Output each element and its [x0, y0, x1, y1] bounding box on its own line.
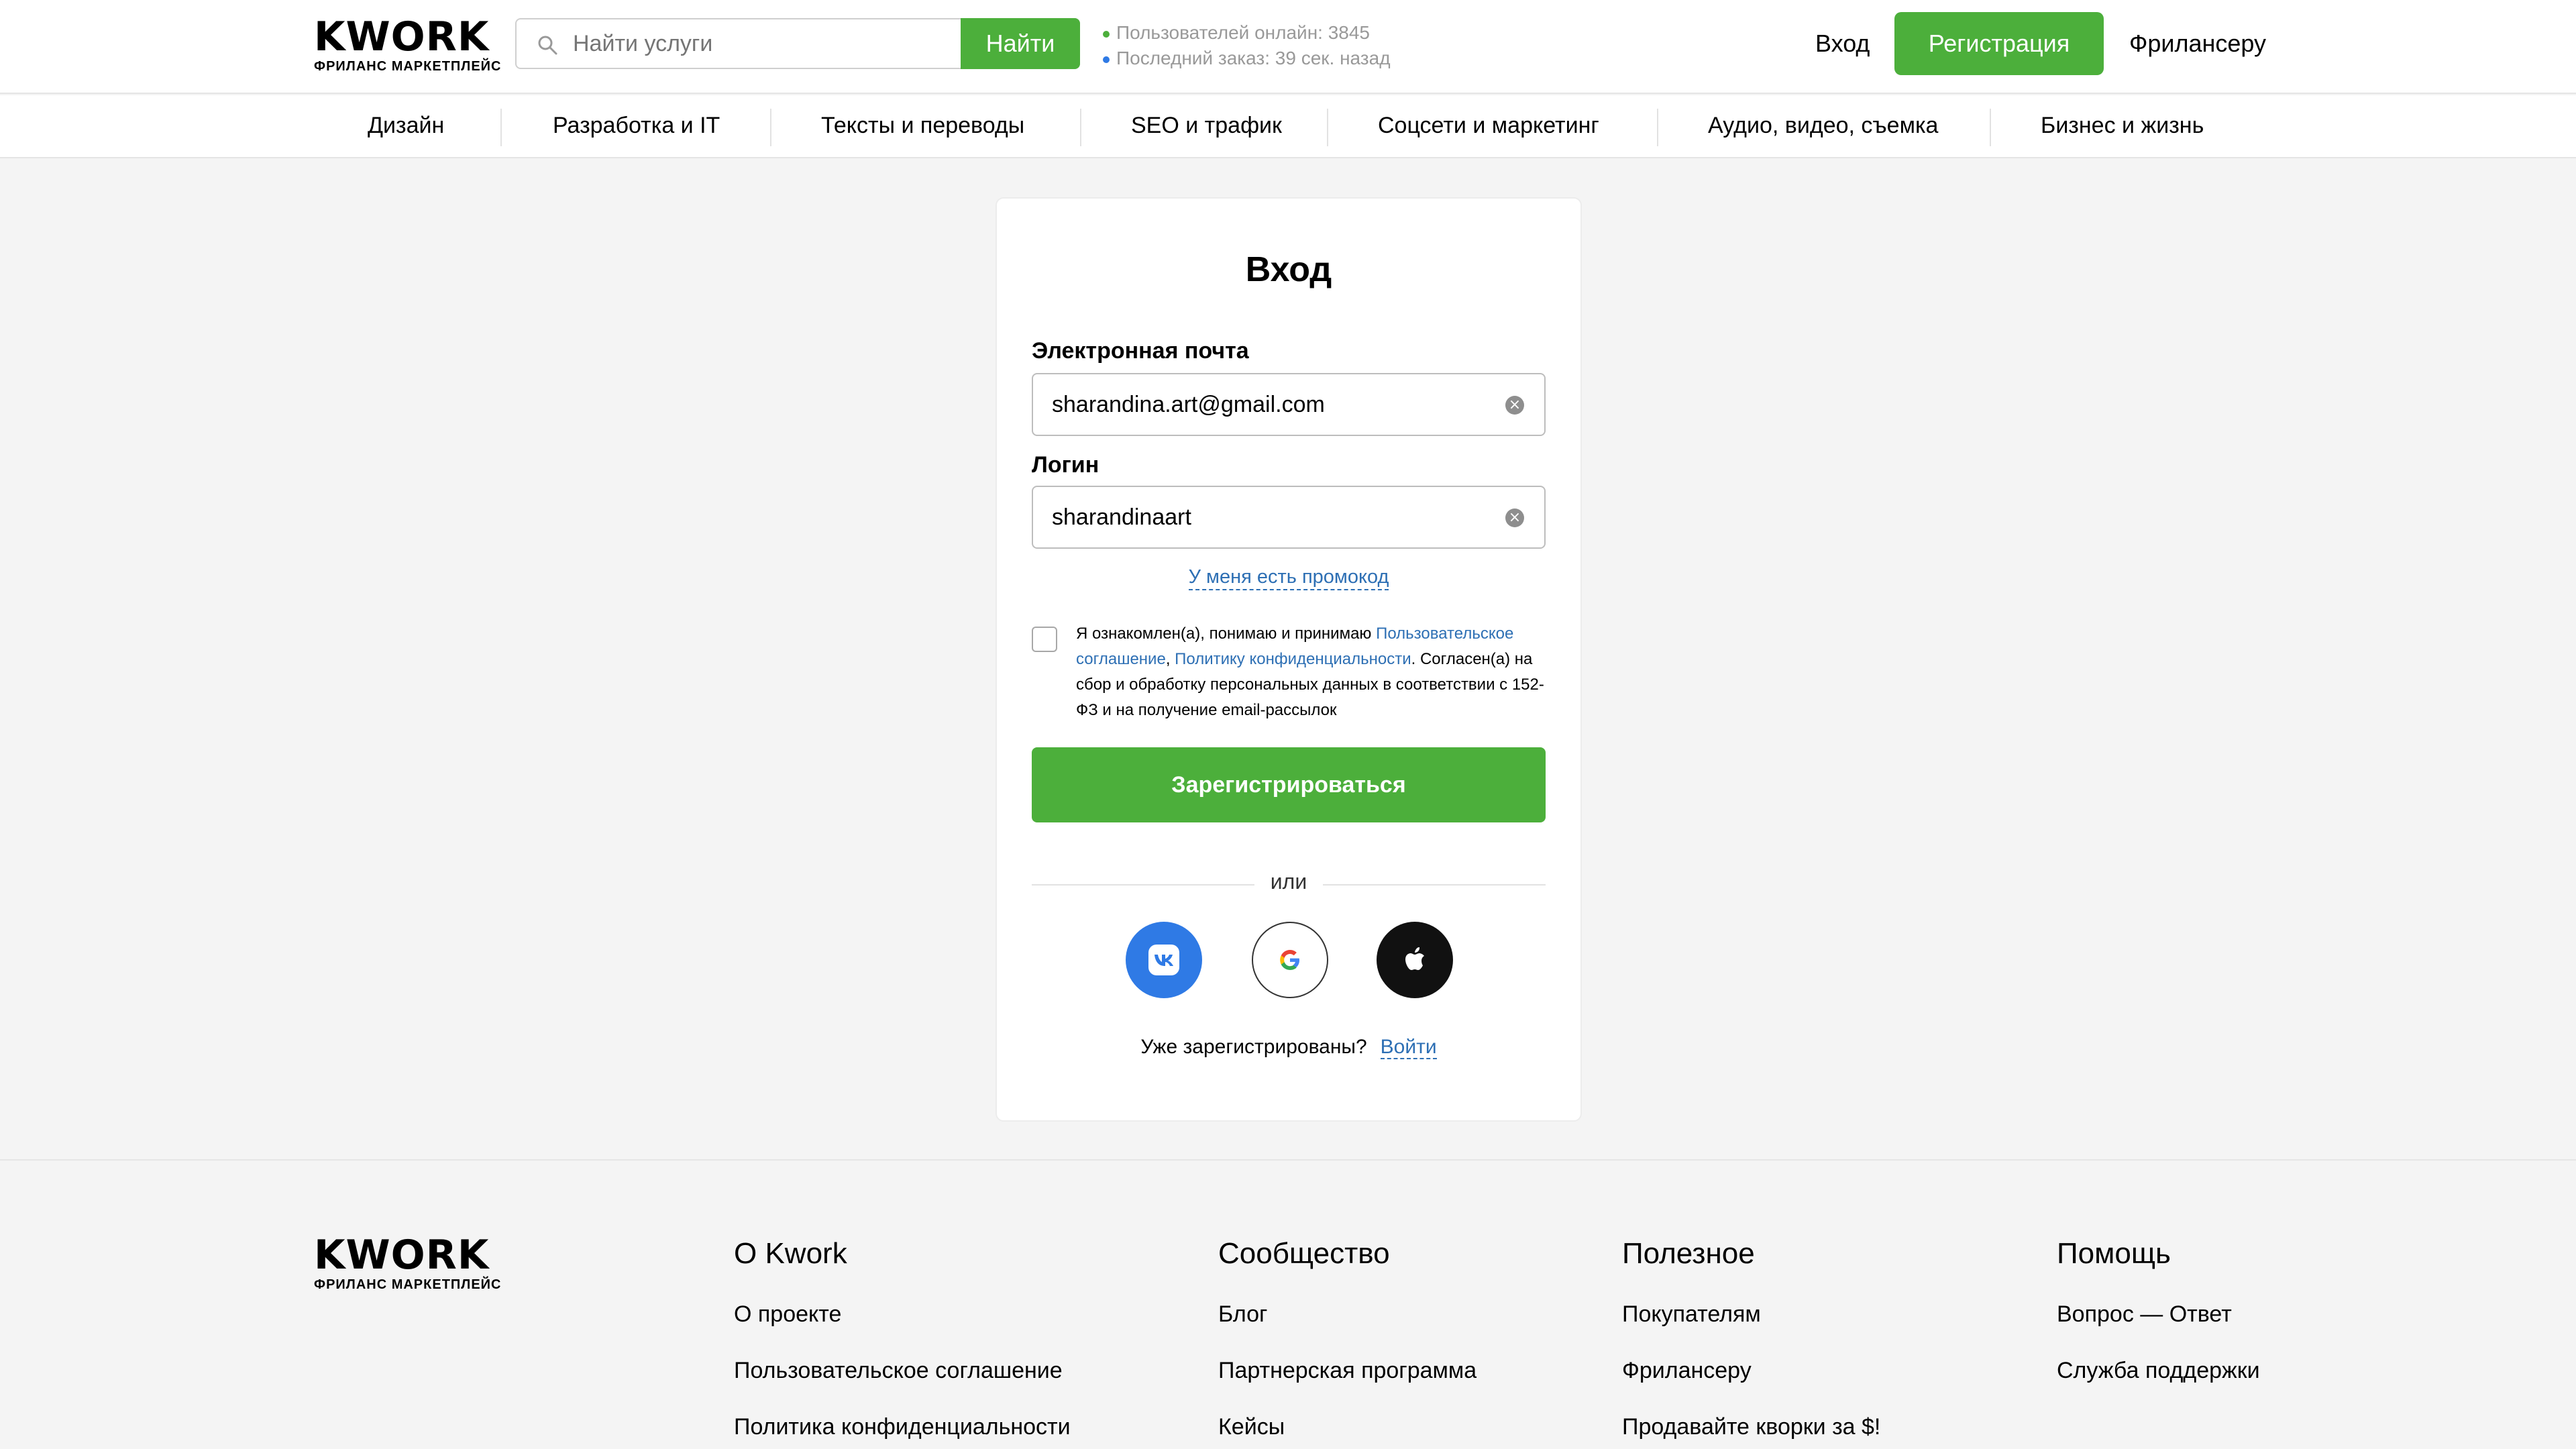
footer-col-title: Сообщество	[1218, 1237, 1390, 1270]
footer-link[interactable]: Вопрос — Ответ	[2057, 1301, 2232, 1328]
header-freelancer-link[interactable]: Фрилансеру	[2129, 30, 2266, 58]
form-title: Вход	[1245, 250, 1332, 289]
category-divider	[1080, 109, 1081, 146]
google-login-button[interactable]	[1252, 922, 1328, 998]
apple-icon	[1405, 947, 1424, 970]
category-design[interactable]: Дизайн	[368, 113, 444, 139]
terms-checkbox[interactable]	[1032, 627, 1057, 652]
category-audio-video[interactable]: Аудио, видео, съемка	[1708, 113, 1938, 139]
order-dot-icon	[1103, 56, 1110, 63]
category-texts[interactable]: Тексты и переводы	[821, 113, 1024, 139]
vk-icon	[1148, 945, 1179, 975]
promo-code-link[interactable]: У меня есть промокод	[997, 566, 1580, 590]
footer: KWORK ФРИЛАНС МАРКЕТПЛЕЙС О Kwork О прое…	[0, 1159, 2576, 1449]
footer-col-title: Полезное	[1622, 1237, 1755, 1270]
search-icon	[538, 36, 557, 55]
category-divider	[1990, 109, 1991, 146]
footer-link[interactable]: Продавайте кворки за $!	[1622, 1414, 1880, 1440]
category-divider	[1327, 109, 1328, 146]
clear-icon[interactable]: ×	[1505, 396, 1524, 415]
footer-link[interactable]: Партнерская программа	[1218, 1358, 1477, 1384]
category-divider	[1657, 109, 1658, 146]
category-nav: Дизайн Разработка и IT Тексты и переводы…	[0, 95, 2576, 158]
category-divider	[770, 109, 771, 146]
category-seo[interactable]: SEO и трафик	[1131, 113, 1282, 139]
login-field[interactable]: sharandinaart ×	[1032, 486, 1546, 549]
auth-card: Вход Электронная почта sharandina.art@gm…	[996, 197, 1582, 1122]
category-business[interactable]: Бизнес и жизнь	[2041, 113, 2204, 139]
category-social[interactable]: Соцсети и маркетинг	[1378, 113, 1599, 139]
register-submit-button[interactable]: Зарегистрироваться	[1032, 747, 1546, 822]
footer-link[interactable]: Служба поддержки	[2057, 1358, 2260, 1384]
footer-logo[interactable]: KWORK ФРИЛАНС МАРКЕТПЛЕЙС	[314, 1234, 501, 1293]
search-input[interactable]	[573, 19, 955, 68]
header-login-link[interactable]: Вход	[1815, 30, 1870, 58]
email-field[interactable]: sharandina.art@gmail.com ×	[1032, 373, 1546, 436]
footer-link[interactable]: Пользовательское соглашение	[734, 1358, 1063, 1384]
email-label: Электронная почта	[1032, 338, 1249, 364]
footer-link[interactable]: Покупателям	[1622, 1301, 1761, 1328]
search-button[interactable]: Найти	[961, 18, 1080, 69]
already-registered: Уже зарегистрированы? Войти	[1140, 1036, 1437, 1059]
login-value: sharandinaart	[1052, 504, 1191, 530]
site-stats: Пользователей онлайн: 3845 Последний зак…	[1103, 20, 1391, 71]
google-icon	[1280, 950, 1299, 970]
footer-link[interactable]: Фрилансеру	[1622, 1358, 1752, 1384]
footer-link[interactable]: Блог	[1218, 1301, 1267, 1328]
category-development[interactable]: Разработка и IT	[553, 113, 720, 139]
online-users-stat: Пользователей онлайн: 3845	[1103, 20, 1391, 46]
logo-subtitle: ФРИЛАНС МАРКЕТПЛЕЙС	[314, 59, 502, 74]
online-dot-icon	[1103, 30, 1110, 38]
footer-logo-text: KWORK	[314, 1232, 490, 1279]
privacy-policy-link[interactable]: Политику конфиденциальности	[1175, 650, 1411, 668]
login-label: Логин	[1032, 452, 1099, 478]
footer-link[interactable]: Кейсы	[1218, 1414, 1285, 1440]
vk-login-button[interactable]	[1126, 922, 1202, 998]
footer-logo-subtitle: ФРИЛАНС МАРКЕТПЛЕЙС	[314, 1277, 502, 1292]
search-bar: Найти	[515, 18, 1080, 69]
footer-col-title: О Kwork	[734, 1237, 847, 1270]
terms-text: Я ознакомлен(а), понимаю и принимаю Поль…	[1076, 625, 1544, 719]
category-divider	[500, 109, 502, 146]
divider	[1323, 884, 1546, 885]
or-label: или	[1270, 869, 1307, 894]
header: KWORK ФРИЛАНС МАРКЕТПЛЕЙС Найти Пользова…	[0, 0, 2576, 94]
clear-icon[interactable]: ×	[1505, 508, 1524, 527]
footer-link[interactable]: О проекте	[734, 1301, 841, 1328]
sign-in-link[interactable]: Войти	[1380, 1036, 1437, 1059]
apple-login-button[interactable]	[1377, 922, 1453, 998]
footer-col-title: Помощь	[2057, 1237, 2171, 1270]
header-register-button[interactable]: Регистрация	[1894, 12, 2104, 75]
email-value: sharandina.art@gmail.com	[1052, 392, 1325, 417]
footer-link[interactable]: Политика конфиденциальности	[734, 1414, 1071, 1440]
logo-text: KWORK	[314, 13, 490, 60]
last-order-stat: Последний заказ: 39 сек. назад	[1103, 46, 1391, 71]
logo[interactable]: KWORK ФРИЛАНС МАРКЕТПЛЕЙС	[314, 16, 501, 74]
